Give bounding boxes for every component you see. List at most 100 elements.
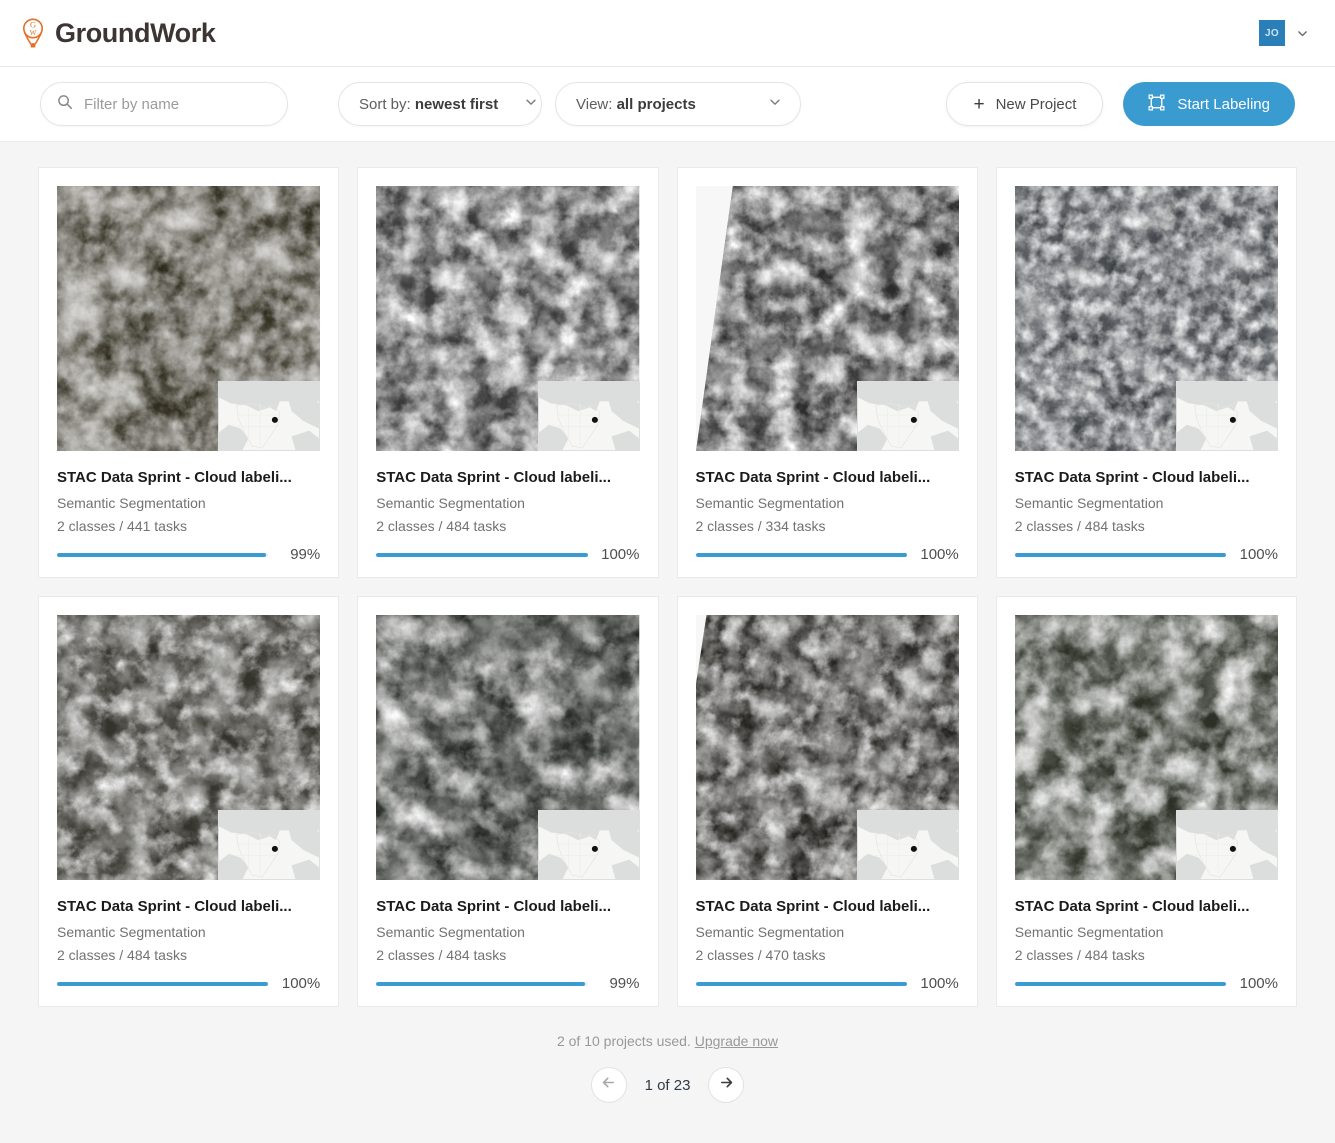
progress-track	[695, 981, 907, 986]
upgrade-now-link[interactable]: Upgrade now	[695, 1033, 778, 1049]
progress-track	[376, 981, 588, 986]
project-meta: 2 classes / 484 tasks	[1014, 518, 1145, 534]
plus-icon: +	[973, 93, 985, 115]
progress-fill	[1014, 552, 1226, 557]
progress-fill	[57, 981, 269, 986]
quota-text: 2 of 10 projects used.	[556, 1033, 691, 1049]
progress-percent: 100%	[601, 546, 640, 563]
progress-row: 100%	[376, 546, 640, 563]
progress-percent: 99%	[290, 546, 321, 563]
project-card[interactable]: STAC Data Sprint - Cloud labeli... Seman…	[38, 596, 340, 1007]
location-minimap	[218, 810, 321, 880]
progress-row: 100%	[1014, 546, 1278, 563]
search-input[interactable]	[84, 95, 273, 113]
project-thumbnail[interactable]	[1014, 186, 1278, 451]
chevron-down-icon[interactable]	[1296, 27, 1309, 40]
project-type: Semantic Segmentation	[376, 495, 525, 511]
new-project-button[interactable]: + New Project	[946, 82, 1104, 126]
view-label: View: all projects	[576, 95, 696, 113]
project-thumbnail[interactable]	[57, 615, 321, 880]
project-card[interactable]: STAC Data Sprint - Cloud labeli... Seman…	[995, 596, 1297, 1007]
project-meta: 2 classes / 484 tasks	[376, 518, 507, 534]
project-card[interactable]: STAC Data Sprint - Cloud labeli... Seman…	[995, 167, 1297, 578]
progress-row: 100%	[57, 975, 320, 992]
app-header: G W GroundWork JO	[0, 0, 1335, 67]
progress-row: 100%	[695, 975, 959, 992]
project-title: STAC Data Sprint - Cloud labeli...	[57, 469, 292, 486]
project-type: Semantic Segmentation	[1014, 924, 1164, 940]
project-thumbnail[interactable]	[1014, 615, 1278, 880]
location-minimap	[856, 381, 959, 451]
progress-fill	[695, 981, 907, 986]
progress-fill	[1014, 981, 1226, 986]
project-thumbnail[interactable]	[57, 186, 321, 451]
progress-percent: 100%	[281, 975, 321, 992]
project-type: Semantic Segmentation	[57, 924, 206, 940]
project-thumbnail[interactable]	[376, 186, 640, 451]
search-icon	[57, 94, 73, 115]
next-page-button[interactable]	[708, 1067, 745, 1103]
progress-track	[376, 552, 588, 557]
project-card[interactable]: STAC Data Sprint - Cloud labeli... Seman…	[676, 596, 978, 1007]
progress-percent: 100%	[1239, 546, 1278, 563]
project-type: Semantic Segmentation	[695, 495, 845, 511]
progress-fill	[376, 981, 586, 986]
project-grid-container: STAC Data Sprint - Cloud labeli... Seman…	[0, 142, 1335, 1103]
chevron-down-icon[interactable]	[768, 95, 782, 114]
project-card[interactable]: STAC Data Sprint - Cloud labeli... Seman…	[357, 167, 659, 578]
start-labeling-label: Start Labeling	[1177, 95, 1270, 113]
project-meta: 2 classes / 441 tasks	[57, 518, 187, 534]
sort-by-dropdown[interactable]: Sort by: newest first	[338, 82, 542, 126]
sort-by-label: Sort by: newest first	[359, 95, 499, 113]
location-minimap	[537, 381, 640, 451]
project-meta: 2 classes / 484 tasks	[57, 947, 187, 963]
project-thumbnail[interactable]	[376, 615, 640, 880]
progress-track	[1014, 552, 1226, 557]
project-thumbnail[interactable]	[695, 615, 959, 880]
arrow-right-icon	[718, 1074, 735, 1096]
brand[interactable]: G W GroundWork	[18, 16, 216, 50]
pagination: 1 of 23	[38, 1067, 1297, 1103]
start-labeling-button[interactable]: Start Labeling	[1123, 82, 1295, 126]
project-title: STAC Data Sprint - Cloud labeli...	[376, 469, 611, 486]
project-meta: 2 classes / 470 tasks	[695, 947, 826, 963]
project-title: STAC Data Sprint - Cloud labeli...	[376, 898, 611, 915]
project-thumbnail[interactable]	[695, 186, 959, 451]
project-type: Semantic Segmentation	[57, 495, 206, 511]
view-dropdown[interactable]: View: all projects	[555, 82, 801, 126]
project-card[interactable]: STAC Data Sprint - Cloud labeli... Seman…	[357, 596, 659, 1007]
avatar[interactable]: JO	[1259, 20, 1285, 46]
project-meta: 2 classes / 484 tasks	[1014, 947, 1145, 963]
new-project-label: New Project	[995, 95, 1077, 113]
progress-percent: 100%	[920, 975, 959, 992]
progress-fill	[57, 552, 267, 557]
progress-track	[57, 552, 269, 557]
toolbar: Sort by: newest first View: all projects…	[0, 67, 1335, 142]
progress-track	[57, 981, 269, 986]
project-title: STAC Data Sprint - Cloud labeli...	[695, 469, 931, 486]
balloon-gw-logo-icon: G W	[18, 16, 48, 50]
project-title: STAC Data Sprint - Cloud labeli...	[1014, 469, 1250, 486]
progress-row: 99%	[376, 975, 640, 992]
project-card[interactable]: STAC Data Sprint - Cloud labeli... Seman…	[676, 167, 978, 578]
chevron-down-icon[interactable]	[524, 95, 538, 114]
progress-track	[695, 552, 907, 557]
toolbar-actions: + New Project Start Labeling	[946, 82, 1295, 126]
progress-percent: 99%	[609, 975, 640, 992]
project-meta: 2 classes / 484 tasks	[376, 947, 507, 963]
progress-percent: 100%	[1239, 975, 1278, 992]
prev-page-button[interactable]	[590, 1067, 627, 1103]
location-minimap	[537, 810, 640, 880]
project-title: STAC Data Sprint - Cloud labeli...	[695, 898, 931, 915]
location-minimap	[856, 810, 959, 880]
bounding-box-icon	[1148, 94, 1165, 115]
location-minimap	[1176, 810, 1278, 880]
user-menu[interactable]: JO	[1259, 20, 1315, 46]
project-card[interactable]: STAC Data Sprint - Cloud labeli... Seman…	[38, 167, 340, 578]
project-type: Semantic Segmentation	[376, 924, 525, 940]
quota-notice: 2 of 10 projects used. Upgrade now	[38, 1033, 1297, 1049]
progress-fill	[695, 552, 907, 557]
search-box[interactable]	[40, 82, 288, 126]
progress-row: 100%	[695, 546, 959, 563]
location-minimap	[1176, 381, 1278, 451]
